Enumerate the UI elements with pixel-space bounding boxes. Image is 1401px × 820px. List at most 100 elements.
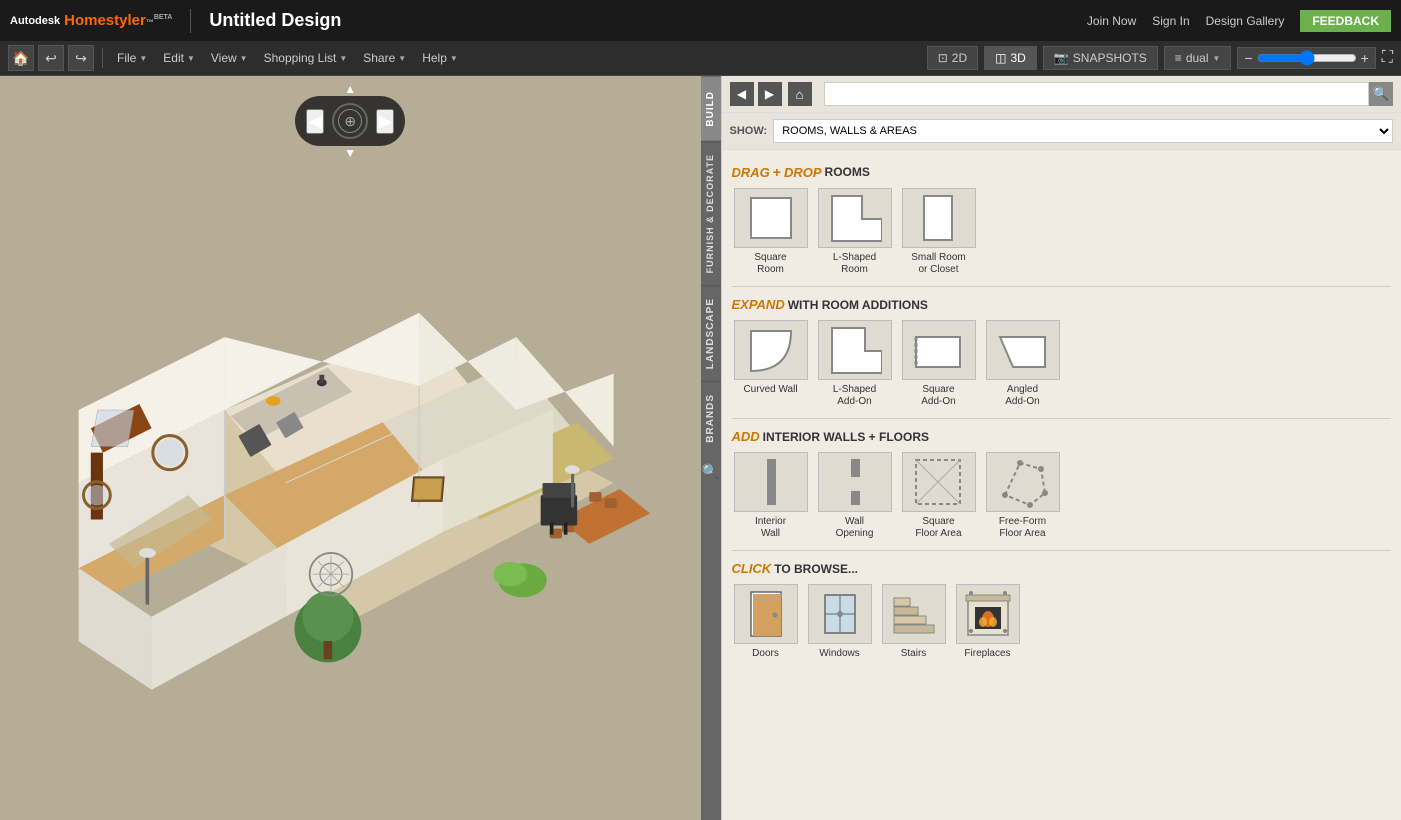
lamp-pole bbox=[146, 556, 150, 605]
sidebar-nav: ◀ ▶ ⌂ 🔍 bbox=[722, 76, 1401, 113]
sidebar-scrollable: DRAG + DROP ROOMS SquareRoom bbox=[722, 150, 1401, 820]
windows-svg bbox=[815, 587, 865, 642]
compass-reticle: ⊕ bbox=[338, 109, 362, 133]
fireplaces-label: Fireplaces bbox=[964, 648, 1010, 659]
shopping-arrow: ▼ bbox=[339, 54, 347, 63]
l-addon-item[interactable]: L-ShapedAdd-On bbox=[816, 320, 894, 408]
canvas-area[interactable]: ▲ ◀ ⊕ ▶ ▼ bbox=[0, 76, 701, 820]
show-select[interactable]: ROOMS, WALLS & AREAS ALL FLOORS ONLY bbox=[773, 119, 1393, 143]
drag-label: DRAG bbox=[732, 165, 770, 180]
zoom-slider[interactable] bbox=[1257, 50, 1357, 66]
small-room-item[interactable]: Small Roomor Closet bbox=[900, 188, 978, 276]
sq-floor-item[interactable]: SquareFloor Area bbox=[900, 452, 978, 540]
stairs-item[interactable]: Stairs bbox=[880, 584, 948, 659]
dual-btn[interactable]: ≡ dual ▼ bbox=[1164, 46, 1232, 70]
fullscreen-btn[interactable]: ⛶ bbox=[1382, 49, 1393, 67]
zoom-out-btn[interactable]: − bbox=[1244, 50, 1252, 66]
compass-down-btn[interactable]: ▼ bbox=[344, 146, 356, 160]
fireplaces-item[interactable]: Fireplaces bbox=[954, 584, 1022, 659]
doors-svg bbox=[741, 587, 791, 642]
view-2d-btn[interactable]: ⊡ 2D bbox=[927, 46, 978, 70]
floorplan-scene bbox=[30, 156, 681, 810]
zoom-in-btn[interactable]: + bbox=[1361, 50, 1369, 66]
file-menu[interactable]: File ▼ bbox=[111, 47, 153, 69]
interior-walls-label: INTERIOR WALLS + FLOORS bbox=[763, 430, 929, 444]
divider-1 bbox=[732, 286, 1392, 287]
shopping-list-menu[interactable]: Shopping List ▼ bbox=[258, 47, 354, 69]
freeform-svg bbox=[995, 455, 1050, 510]
nav-home-btn[interactable]: ⌂ bbox=[788, 82, 812, 106]
divider-3 bbox=[732, 550, 1392, 551]
redo-btn[interactable]: ↪ bbox=[68, 45, 94, 71]
interior-wall-item[interactable]: InteriorWall bbox=[732, 452, 810, 540]
wall-opening-item[interactable]: WallOpening bbox=[816, 452, 894, 540]
topbar-left: Autodesk Homestyler™BETA Untitled Design bbox=[10, 9, 341, 33]
join-now-link[interactable]: Join Now bbox=[1087, 14, 1136, 28]
tab-furnish-decorate[interactable]: FURNISH & DECORATE bbox=[701, 141, 721, 285]
curved-wall-item[interactable]: Curved Wall bbox=[732, 320, 810, 408]
sq-addon-item[interactable]: SquareAdd-On bbox=[900, 320, 978, 408]
square-room-icon bbox=[734, 188, 808, 248]
angled-addon-item[interactable]: AngledAdd-On bbox=[984, 320, 1062, 408]
flowers bbox=[266, 396, 281, 406]
interior-wall-label: InteriorWall bbox=[755, 516, 786, 540]
magnify-icon[interactable]: 🔍 bbox=[701, 455, 721, 488]
feedback-button[interactable]: FEEDBACK bbox=[1300, 10, 1391, 32]
nav-back-btn[interactable]: ◀ bbox=[730, 82, 754, 106]
tree-trunk bbox=[324, 641, 333, 659]
doors-item[interactable]: Doors bbox=[732, 584, 800, 659]
interior-wall-icon bbox=[734, 452, 808, 512]
angled-addon-label: AngledAdd-On bbox=[1005, 384, 1039, 408]
sq-addon-icon bbox=[902, 320, 976, 380]
snapshots-btn[interactable]: 📷 SNAPSHOTS bbox=[1043, 46, 1158, 70]
compass-up-btn[interactable]: ▲ bbox=[344, 82, 356, 96]
sign-in-link[interactable]: Sign In bbox=[1152, 14, 1189, 28]
home-icon-btn[interactable]: 🏠 bbox=[8, 45, 34, 71]
search-btn[interactable]: 🔍 bbox=[1369, 82, 1393, 106]
compass-right-btn[interactable]: ▶ bbox=[376, 109, 394, 134]
tab-build[interactable]: BUILD bbox=[701, 76, 721, 141]
fireplaces-icon bbox=[956, 584, 1020, 644]
tab-brands[interactable]: BRANDS bbox=[701, 381, 721, 455]
undo-btn[interactable]: ↩ bbox=[38, 45, 64, 71]
tab-landscape[interactable]: LANDSCAPE bbox=[701, 285, 721, 381]
design-title: Untitled Design bbox=[209, 10, 341, 31]
nav-forward-btn[interactable]: ▶ bbox=[758, 82, 782, 106]
view-3d-btn[interactable]: ◫ 3D bbox=[984, 46, 1037, 70]
windows-item[interactable]: Windows bbox=[806, 584, 874, 659]
zoom-bar: − + bbox=[1237, 47, 1375, 69]
sidebar-content-panel: ◀ ▶ ⌂ 🔍 SHOW: ROOMS, WALLS & AREAS ALL F… bbox=[721, 76, 1401, 820]
share-menu[interactable]: Share ▼ bbox=[357, 47, 412, 69]
freeform-item[interactable]: Free-FormFloor Area bbox=[984, 452, 1062, 540]
front-center-wall bbox=[152, 544, 286, 690]
title-divider bbox=[190, 9, 191, 33]
menu-sep-1 bbox=[102, 48, 103, 68]
square-room-item[interactable]: SquareRoom bbox=[732, 188, 810, 276]
sidebar-search: 🔍 bbox=[824, 82, 1394, 106]
mirror-glass-1 bbox=[156, 439, 183, 466]
l-shaped-room-item[interactable]: L-ShapedRoom bbox=[816, 188, 894, 276]
search-input[interactable] bbox=[824, 82, 1370, 106]
additions-grid: Curved Wall L-ShapedAdd-On bbox=[732, 320, 1392, 408]
view-menu[interactable]: View ▼ bbox=[205, 47, 254, 69]
chair-top-2 bbox=[605, 498, 617, 508]
doors-icon bbox=[734, 584, 798, 644]
show-label: SHOW: bbox=[730, 125, 768, 137]
design-gallery-link[interactable]: Design Gallery bbox=[1206, 14, 1285, 28]
edit-arrow: ▼ bbox=[187, 54, 195, 63]
lamp-shade bbox=[139, 548, 156, 558]
help-arrow: ▼ bbox=[450, 54, 458, 63]
windows-label: Windows bbox=[819, 648, 860, 659]
wall-opening-label: WallOpening bbox=[836, 516, 874, 540]
divider-2 bbox=[732, 418, 1392, 419]
stairs-icon bbox=[882, 584, 946, 644]
autodesk-brand: Autodesk bbox=[10, 15, 60, 27]
edit-menu[interactable]: Edit ▼ bbox=[157, 47, 201, 69]
sq-floor-svg bbox=[911, 455, 966, 510]
compass-left-btn[interactable]: ◀ bbox=[306, 109, 324, 134]
walls-grid: InteriorWall WallOpening bbox=[732, 452, 1392, 540]
help-menu[interactable]: Help ▼ bbox=[416, 47, 464, 69]
wall-opening-icon bbox=[818, 452, 892, 512]
curved-wall-icon bbox=[734, 320, 808, 380]
rooms-grid: SquareRoom L-ShapedRoom bbox=[732, 188, 1392, 276]
